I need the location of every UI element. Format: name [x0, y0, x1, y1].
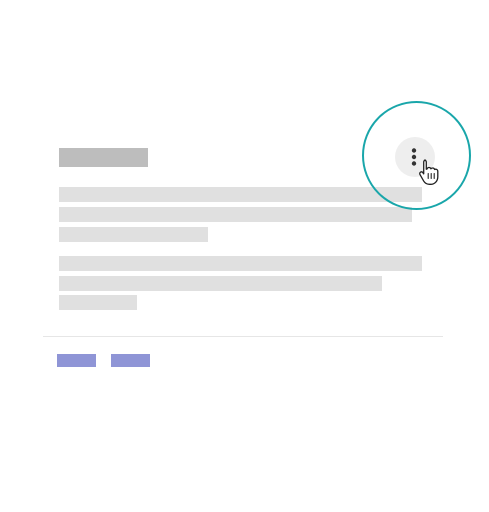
- paragraph-2-line-3-skeleton: [59, 295, 137, 310]
- card-action-1-button[interactable]: [57, 354, 96, 367]
- paragraph-2-line-1-skeleton: [59, 256, 422, 271]
- paragraph-1-line-2-skeleton: [59, 207, 412, 222]
- card-divider: [43, 336, 443, 337]
- card-action-2-button[interactable]: [111, 354, 150, 367]
- paragraph-1-line-3-skeleton: [59, 227, 208, 242]
- paragraph-1-line-1-skeleton: [59, 187, 422, 202]
- card-title-skeleton: [59, 148, 148, 167]
- hand-pointer-icon: [419, 159, 439, 185]
- paragraph-2-line-2-skeleton: [59, 276, 382, 291]
